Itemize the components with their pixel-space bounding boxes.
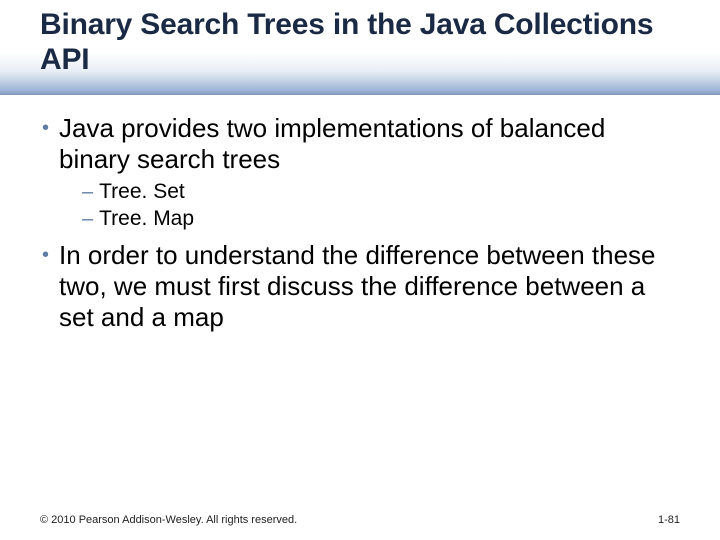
copyright-text: © 2010 Pearson Addison-Wesley. All right… [40,514,297,526]
sub-bullet-text: Tree. Map [99,206,194,232]
bullet-dot-icon: • [42,240,49,270]
bullet-dash-icon: – [82,206,93,232]
bullet-item: • In order to understand the difference … [60,240,660,334]
sub-bullet-group: – Tree. Set – Tree. Map [82,179,660,232]
bullet-text: In order to understand the difference be… [59,240,660,334]
slide-content: • Java provides two implementations of b… [0,95,720,333]
sub-bullet-text: Tree. Set [99,179,185,205]
sub-bullet-item: – Tree. Map [82,206,660,232]
page-number: 1-81 [658,514,680,526]
bullet-item: • Java provides two implementations of b… [60,113,660,175]
bullet-dot-icon: • [42,113,49,143]
slide-footer: © 2010 Pearson Addison-Wesley. All right… [40,514,680,526]
sub-bullet-item: – Tree. Set [82,179,660,205]
bullet-text: Java provides two implementations of bal… [59,113,660,175]
title-band: Binary Search Trees in the Java Collecti… [0,0,720,95]
bullet-dash-icon: – [82,179,93,205]
slide-title: Binary Search Trees in the Java Collecti… [40,8,680,77]
